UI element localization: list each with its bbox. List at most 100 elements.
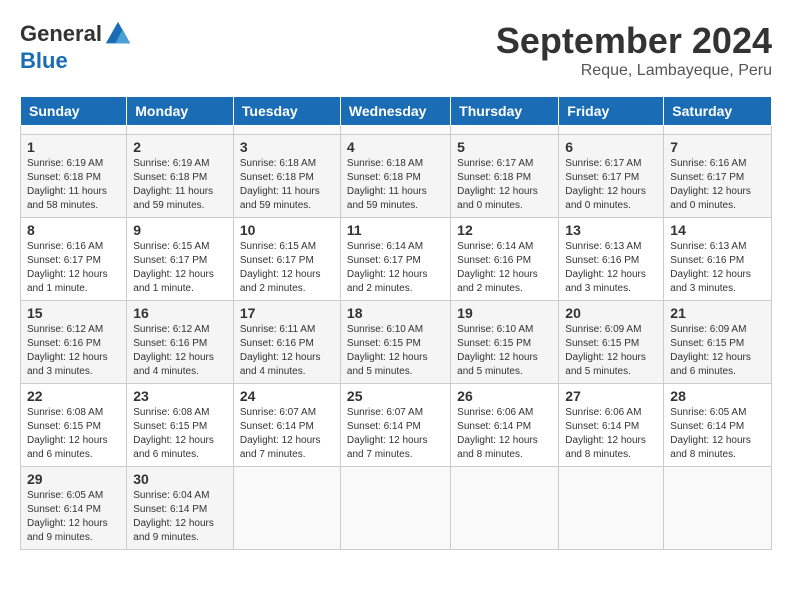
daylight: Daylight: 12 hours and 6 minutes. xyxy=(133,435,214,460)
day-info: Sunrise: 6:14 AM Sunset: 6:16 PM Daylight:… xyxy=(457,240,552,296)
day-number: 11 xyxy=(347,222,444,238)
sunset: Sunset: 6:15 PM xyxy=(565,338,639,349)
calendar-cell xyxy=(559,126,664,135)
calendar-cell: 3Sunrise: 6:18 AMSunset: 6:18 PMDaylight… xyxy=(233,135,340,218)
header-friday: Friday xyxy=(559,97,664,126)
calendar-cell xyxy=(559,467,664,550)
sunset: Sunset: 6:15 PM xyxy=(27,421,101,432)
day-info: Sunrise: 6:17 AMSunset: 6:17 PMDaylight:… xyxy=(565,157,657,213)
calendar-cell xyxy=(340,467,450,550)
daylight: Daylight: 12 hours and 6 minutes. xyxy=(670,352,751,377)
calendar-week-2: 8Sunrise: 6:16 AMSunset: 6:17 PMDaylight… xyxy=(21,218,772,301)
sunrise: Sunrise: 6:19 AM xyxy=(27,158,103,169)
sunset: Sunset: 6:18 PM xyxy=(27,172,101,183)
header-saturday: Saturday xyxy=(664,97,772,126)
sunset: Sunset: 6:18 PM xyxy=(240,172,314,183)
calendar-cell: 27Sunrise: 6:06 AMSunset: 6:14 PMDayligh… xyxy=(559,384,664,467)
title-block: September 2024 Reque, Lambayeque, Peru xyxy=(496,20,772,80)
calendar-cell: 17Sunrise: 6:11 AMSunset: 6:16 PMDayligh… xyxy=(233,301,340,384)
daylight: Daylight: 12 hours and 9 minutes. xyxy=(27,518,108,543)
day-info: Sunrise: 6:19 AMSunset: 6:18 PMDaylight:… xyxy=(133,157,227,213)
calendar-cell: 5Sunrise: 6:17 AMSunset: 6:18 PMDaylight… xyxy=(451,135,559,218)
calendar-cell: 12 Sunrise: 6:14 AM Sunset: 6:16 PM Dayligh… xyxy=(451,218,559,301)
day-info: Sunrise: 6:10 AMSunset: 6:15 PMDaylight:… xyxy=(457,323,552,379)
calendar-cell: 14Sunrise: 6:13 AMSunset: 6:16 PMDayligh… xyxy=(664,218,772,301)
day-number: 5 xyxy=(457,139,552,155)
day-number: 10 xyxy=(240,222,334,238)
day-info: Sunrise: 6:08 AMSunset: 6:15 PMDaylight:… xyxy=(27,406,120,462)
calendar-cell: 10 Sunrise: 6:15 AMSunset: 6:17 PMDayligh… xyxy=(233,218,340,301)
day-number: 12 xyxy=(457,222,552,238)
day-number: 6 xyxy=(565,139,657,155)
sunrise: Sunrise: 6:16 AM xyxy=(670,158,746,169)
day-number: 19 xyxy=(457,305,552,321)
calendar-table: SundayMondayTuesdayWednesdayThursdayFrid… xyxy=(20,96,772,550)
day-number: 3 xyxy=(240,139,334,155)
sunset: Sunset: 6:17 PM xyxy=(347,255,421,266)
calendar-cell xyxy=(664,126,772,135)
daylight: Daylight: 12 hours and 1 minute. xyxy=(133,269,214,294)
calendar-cell: 1Sunrise: 6:19 AMSunset: 6:18 PMDaylight… xyxy=(21,135,127,218)
sunrise: Sunrise: 6:07 AM xyxy=(240,407,316,418)
daylight: Daylight: 12 hours and 8 minutes. xyxy=(670,435,751,460)
calendar-cell xyxy=(664,467,772,550)
day-info: Sunrise: 6:06 AMSunset: 6:14 PMDaylight:… xyxy=(565,406,657,462)
sunrise: Sunrise: 6:05 AM xyxy=(27,490,103,501)
sunrise: Sunrise: 6:10 AM xyxy=(457,324,533,335)
sunset: Sunset: 6:17 PM xyxy=(27,255,101,266)
sunset: Sunset: 6:16 PM xyxy=(240,338,314,349)
daylight: Daylight: 12 hours and 2 minutes. xyxy=(457,269,538,294)
daylight: Daylight: 12 hours and 9 minutes. xyxy=(133,518,214,543)
calendar-cell xyxy=(340,126,450,135)
daylight: Daylight: 12 hours and 5 minutes. xyxy=(347,352,428,377)
sunset: Sunset: 6:14 PM xyxy=(565,421,639,432)
sunrise: Sunrise: 6:06 AM xyxy=(457,407,533,418)
header-tuesday: Tuesday xyxy=(233,97,340,126)
sunrise: Sunrise: 6:09 AM xyxy=(565,324,641,335)
daylight: Daylight: 12 hours and 4 minutes. xyxy=(240,352,321,377)
logo-blue: Blue xyxy=(20,48,68,74)
calendar-cell: 18Sunrise: 6:10 AMSunset: 6:15 PMDayligh… xyxy=(340,301,450,384)
daylight: Daylight: 12 hours and 2 minutes. xyxy=(347,269,428,294)
daylight: Daylight: 12 hours and 4 minutes. xyxy=(133,352,214,377)
sunrise: Sunrise: 6:17 AM xyxy=(457,158,533,169)
day-number: 2 xyxy=(133,139,227,155)
sunset: Sunset: 6:14 PM xyxy=(133,504,207,515)
sunset: Sunset: 6:16 PM xyxy=(457,255,531,266)
sunrise: Sunrise: 6:17 AM xyxy=(565,158,641,169)
calendar-cell xyxy=(233,126,340,135)
sunrise: Sunrise: 6:04 AM xyxy=(133,490,209,501)
calendar-week-4: 22 Sunrise: 6:08 AMSunset: 6:15 PMDayligh… xyxy=(21,384,772,467)
sunrise: Sunrise: 6:19 AM xyxy=(133,158,209,169)
calendar-cell: 11 Sunrise: 6:14 AM Sunset: 6:17 PM Dayligh… xyxy=(340,218,450,301)
calendar-cell xyxy=(451,126,559,135)
header-wednesday: Wednesday xyxy=(340,97,450,126)
sunrise: Sunrise: 6:18 AM xyxy=(240,158,316,169)
daylight: Daylight: 12 hours and 0 minutes. xyxy=(565,186,646,211)
day-info: Sunrise: 6:12 AMSunset: 6:16 PMDaylight:… xyxy=(133,323,227,379)
calendar-cell: 29Sunrise: 6:05 AMSunset: 6:14 PMDayligh… xyxy=(21,467,127,550)
sunset: Sunset: 6:18 PM xyxy=(347,172,421,183)
sunset: Sunset: 6:15 PM xyxy=(670,338,744,349)
header-monday: Monday xyxy=(127,97,234,126)
day-info: Sunrise: 6:13 AMSunset: 6:16 PMDaylight:… xyxy=(565,240,657,296)
sunrise: Sunrise: 6:15 AM xyxy=(133,241,209,252)
sunset: Sunset: 6:15 PM xyxy=(347,338,421,349)
sunrise: Sunrise: 6:12 AM xyxy=(133,324,209,335)
calendar-cell: 15Sunrise: 6:12 AMSunset: 6:16 PMDayligh… xyxy=(21,301,127,384)
calendar-cell: 7Sunrise: 6:16 AMSunset: 6:17 PMDaylight… xyxy=(664,135,772,218)
day-info: Sunrise: 6:15 AMSunset: 6:17 PMDaylight:… xyxy=(240,240,334,296)
daylight: Daylight: 12 hours and 7 minutes. xyxy=(347,435,428,460)
calendar-cell xyxy=(127,126,234,135)
day-info: Sunrise: 6:11 AMSunset: 6:16 PMDaylight:… xyxy=(240,323,334,379)
calendar-week-5: 29Sunrise: 6:05 AMSunset: 6:14 PMDayligh… xyxy=(21,467,772,550)
daylight: Daylight: 12 hours and 0 minutes. xyxy=(670,186,751,211)
sunset: Sunset: 6:15 PM xyxy=(133,421,207,432)
sunrise: Sunrise: 6:14 AM xyxy=(457,241,533,252)
logo-icon xyxy=(104,20,132,48)
sunset: Sunset: 6:14 PM xyxy=(347,421,421,432)
sunrise: Sunrise: 6:14 AM xyxy=(347,241,423,252)
day-info: Sunrise: 6:15 AMSunset: 6:17 PMDaylight:… xyxy=(133,240,227,296)
day-number: 4 xyxy=(347,139,444,155)
day-number: 22 xyxy=(27,388,120,404)
